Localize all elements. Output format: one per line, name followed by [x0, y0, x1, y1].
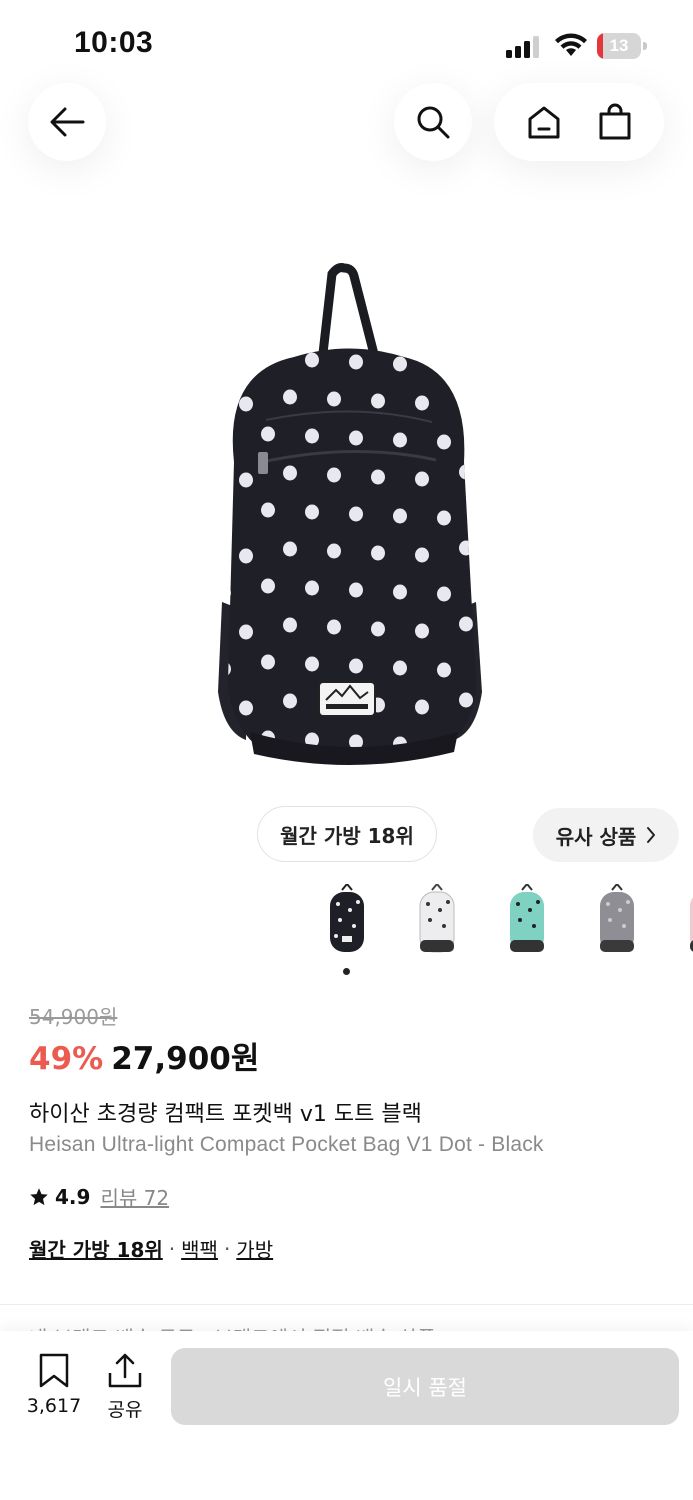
category-breadcrumb: 월간 가방 18위 · 백팩 · 가방 — [29, 1234, 273, 1263]
rating-row: 4.9 리뷰 72 — [29, 1182, 169, 1211]
price-row: 49% 27,900원 — [29, 1033, 259, 1078]
back-button[interactable] — [28, 83, 106, 161]
shopping-bag-icon — [599, 103, 630, 140]
thumb-mint[interactable] — [500, 884, 554, 958]
home-cart-group — [494, 83, 664, 161]
soldout-button[interactable]: 일시 품절 — [171, 1348, 679, 1425]
category-rank-link[interactable]: 월간 가방 18위 — [29, 1234, 163, 1263]
thumb-black[interactable] — [320, 884, 374, 958]
bookmark-count: 3,617 — [26, 1395, 82, 1417]
separator: · — [223, 1236, 231, 1261]
wifi-icon — [555, 33, 587, 56]
sale-price: 27,900원 — [111, 1041, 260, 1077]
color-thumbnails — [320, 884, 693, 964]
separator: · — [168, 1236, 176, 1261]
star-icon — [30, 1187, 48, 1205]
thumb-gray[interactable] — [590, 884, 644, 958]
discount-rate: 49% — [29, 1041, 104, 1077]
chevron-right-icon — [647, 827, 656, 843]
product-title: 하이산 초경량 컴팩트 포켓백 v1 도트 블랙 — [29, 1102, 422, 1127]
battery-indicator: 13 — [597, 33, 647, 59]
cellular-signal-icon — [506, 36, 539, 58]
bookmark-icon — [39, 1353, 69, 1388]
divider — [0, 1304, 693, 1305]
back-arrow-icon — [50, 107, 85, 137]
thumb-white[interactable] — [410, 884, 464, 958]
rating-value: 4.9 — [55, 1184, 91, 1209]
review-link[interactable]: 리뷰 72 — [100, 1182, 169, 1211]
original-price: 54,900원 — [29, 1005, 118, 1029]
carousel-indicator — [343, 968, 350, 975]
share-button[interactable]: 공유 — [92, 1353, 158, 1425]
cart-button[interactable] — [597, 103, 633, 141]
share-label: 공유 — [107, 1399, 143, 1421]
rank-badge[interactable]: 월간 가방 18위 — [257, 806, 437, 862]
product-image[interactable] — [214, 262, 484, 792]
similar-products-button[interactable]: 유사 상품 — [533, 808, 679, 862]
category-sub-link[interactable]: 백팩 — [181, 1234, 218, 1263]
product-title-english: Heisan Ultra-light Compact Pocket Bag V1… — [29, 1133, 544, 1156]
home-icon — [528, 106, 559, 139]
battery-level: 13 — [609, 36, 629, 55]
search-button[interactable] — [394, 83, 472, 161]
bookmark-button[interactable]: 3,617 — [18, 1353, 90, 1425]
thumb-pink[interactable] — [680, 884, 693, 958]
home-button[interactable] — [526, 104, 562, 140]
share-icon — [108, 1353, 142, 1388]
search-icon — [417, 106, 450, 139]
similar-products-label: 유사 상품 — [555, 824, 637, 849]
status-time: 10:03 — [74, 26, 154, 59]
bottom-action-bar: 3,617 공유 일시 품절 — [0, 1331, 693, 1500]
status-bar: 10:03 13 — [0, 0, 693, 90]
category-main-link[interactable]: 가방 — [236, 1234, 273, 1263]
